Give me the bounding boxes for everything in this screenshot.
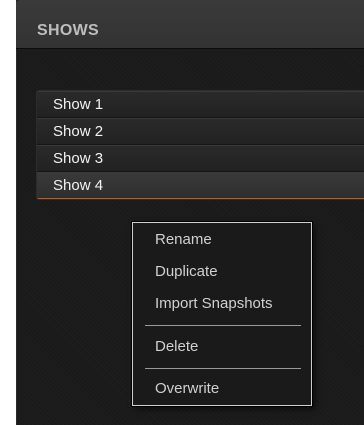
menu-separator [145,368,301,369]
panel-header: SHOWS [16,0,364,49]
context-menu: Rename Duplicate Import Snapshots Delete… [132,222,312,406]
list-item-label: Show 2 [53,123,104,140]
list-item[interactable]: Show 2 [37,118,364,145]
panel-title: SHOWS [37,22,99,39]
list-item[interactable]: Show 1 [37,91,364,118]
list-item-label: Show 4 [53,177,104,194]
list-item-selected[interactable]: Show 4 [37,172,364,199]
menu-item-delete[interactable]: Delete [155,338,198,355]
menu-separator [145,325,301,326]
menu-item-duplicate[interactable]: Duplicate [155,263,218,280]
menu-item-rename[interactable]: Rename [155,231,212,248]
list-item[interactable]: Show 3 [37,145,364,172]
menu-item-import-snapshots[interactable]: Import Snapshots [155,295,273,312]
menu-item-overwrite[interactable]: Overwrite [155,380,219,397]
shows-list: Show 1 Show 2 Show 3 Show 4 [36,90,364,200]
list-item-label: Show 1 [53,96,104,113]
list-item-label: Show 3 [53,150,104,167]
